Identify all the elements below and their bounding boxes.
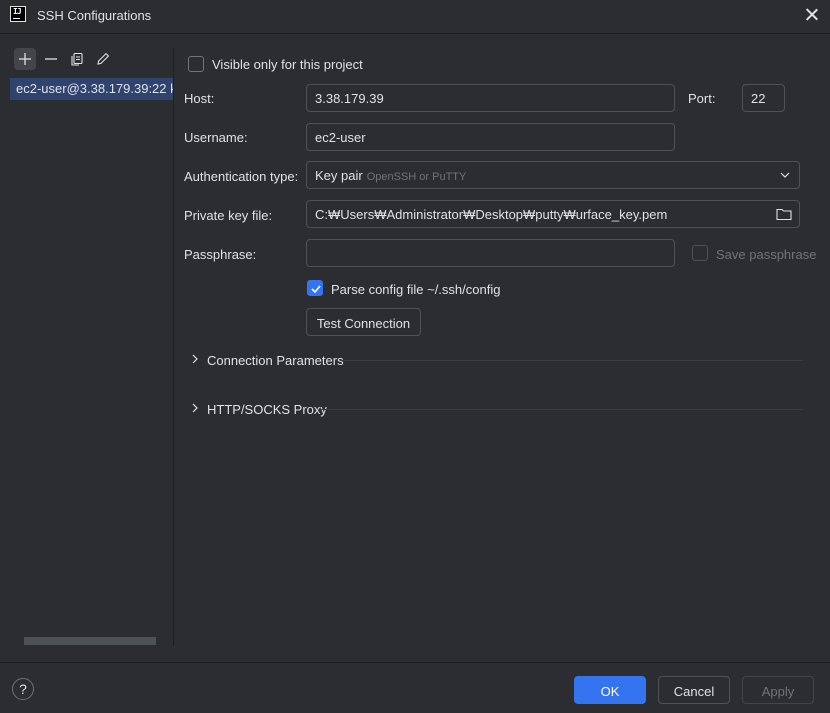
private-key-label: Private key file: [184,208,273,223]
ok-button[interactable]: OK [574,676,646,704]
test-connection-button[interactable]: Test Connection [306,308,421,336]
port-value: 22 [751,91,766,106]
host-value: 3.38.179.39 [315,91,384,106]
visible-only-label: Visible only for this project [212,57,363,72]
auth-type-value: Key pair [315,168,363,183]
add-icon [19,53,31,65]
intellij-logo-icon: IJ [10,6,26,22]
private-key-value: C:₩Users₩Administrator₩Desktop₩putty₩urf… [315,207,668,222]
auth-type-select[interactable]: Key pair OpenSSH or PuTTY [306,161,800,189]
visible-only-checkbox[interactable] [188,56,204,72]
username-input[interactable]: ec2-user [306,123,675,151]
section-divider [320,409,803,410]
cancel-button[interactable]: Cancel [658,676,730,704]
host-label: Host: [184,91,215,106]
chevron-right-icon [192,403,198,413]
section-label: Connection Parameters [207,353,344,368]
remove-icon [45,58,57,60]
passphrase-input[interactable] [306,239,675,267]
copy-icon [71,52,83,66]
chevron-right-icon [192,354,198,364]
section-divider [340,360,803,361]
remove-button[interactable] [40,48,62,70]
apply-button[interactable]: Apply [742,676,814,704]
save-passphrase-checkbox[interactable] [692,245,708,261]
host-input[interactable]: 3.38.179.39 [306,84,675,112]
port-input[interactable]: 22 [742,84,785,112]
port-label: Port: [688,91,716,106]
close-icon[interactable] [802,5,822,25]
copy-button[interactable] [66,48,88,70]
logo-text: IJ [13,7,22,16]
panel-divider[interactable] [173,48,174,646]
edit-button[interactable] [92,48,114,70]
chevron-down-icon [780,172,790,178]
help-button[interactable]: ? [12,678,34,700]
list-item-label: ec2-user@3.38.179.39:22 key [16,81,173,96]
edit-icon [97,52,110,65]
private-key-input[interactable]: C:₩Users₩Administrator₩Desktop₩putty₩urf… [306,200,800,228]
username-label: Username: [184,130,248,145]
configurations-list-panel [0,34,173,646]
ssh-configurations-dialog: IJ SSH Configurations ec2-user@3.38.179.… [0,0,830,713]
save-passphrase-label: Save passphrase [716,247,817,262]
section-label: HTTP/SOCKS Proxy [207,402,327,417]
passphrase-label: Passphrase: [184,247,257,262]
horizontal-scrollbar[interactable] [24,637,156,645]
title-bar: IJ SSH Configurations [0,0,830,34]
username-value: ec2-user [315,130,366,145]
auth-type-hint: OpenSSH or PuTTY [366,171,467,183]
add-button[interactable] [14,48,36,70]
auth-type-label: Authentication type: [184,169,299,184]
checkmark-icon [311,285,321,294]
parse-config-label: Parse config file ~/.ssh/config [331,282,501,297]
parse-config-checkbox[interactable] [307,280,323,296]
footer-separator [0,662,830,663]
list-item-config[interactable]: ec2-user@3.38.179.39:22 key [10,78,173,100]
dialog-title: SSH Configurations [37,8,152,23]
folder-icon[interactable] [776,207,792,221]
